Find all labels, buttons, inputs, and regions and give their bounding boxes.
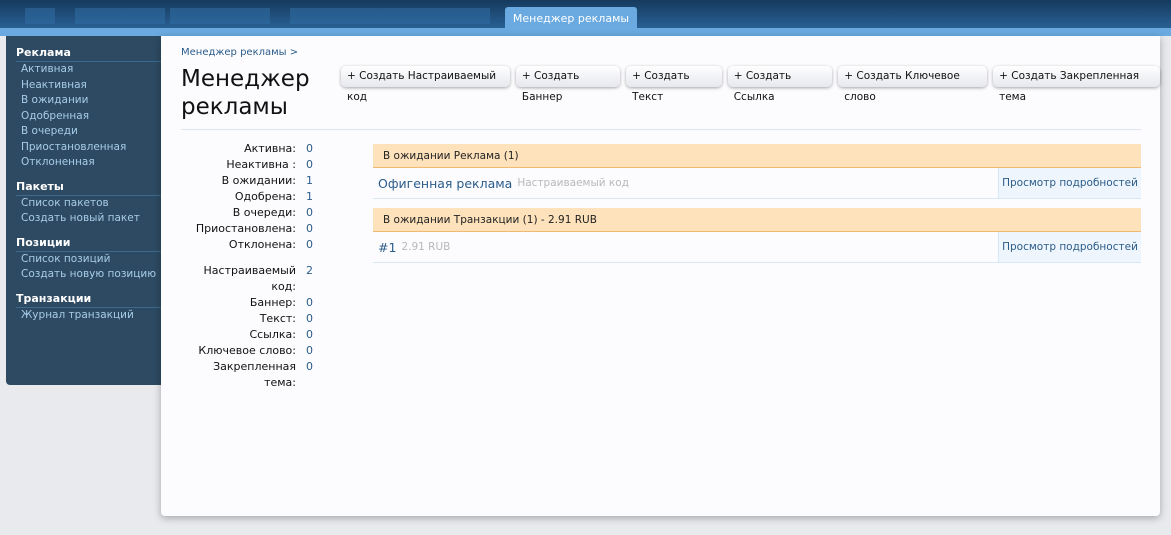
sidebar-heading: Позиции [16,236,161,252]
nav-tab-blurred[interactable] [290,8,490,24]
section-header: В ожидании Реклама (1) [373,144,1141,168]
sidebar-item[interactable]: Одобренная [6,109,166,125]
stat-value[interactable]: 0 [296,205,313,221]
sidebar-item[interactable]: В ожидании [6,93,166,109]
stat-row: Настраиваемый код: 2 [181,263,321,295]
stat-label: Ключевое слово: [198,344,296,357]
stat-value[interactable]: 0 [296,295,313,311]
stat-row: Одобрена: 1 [181,189,321,205]
sidebar-heading: Реклама [16,46,161,62]
create-button[interactable]: + Создать Текст [626,66,722,103]
view-details-button[interactable]: Просмотр подробностей [998,232,1141,262]
stat-row: Текст: 0 [181,311,321,327]
stat-row: Приостановлена: 0 [181,221,321,237]
item-title[interactable]: #1 [373,240,396,255]
stat-label: Неактивна : [226,158,296,171]
sidebar-item[interactable]: Создать новую позицию [6,267,166,283]
sidebar-item[interactable]: Создать новый пакет [6,211,166,227]
stat-row: В ожидании: 1 [181,173,321,189]
stat-value[interactable]: 1 [296,173,313,189]
sidebar-item[interactable]: Приостановленная [6,140,166,156]
stat-label: Закрепленная тема: [213,360,296,389]
stat-label: В ожидании: [221,174,296,187]
sidebar-item[interactable]: Отклоненная [6,155,166,171]
stat-label: Баннер: [249,296,296,309]
sidebar-item[interactable]: Список пакетов [6,196,166,212]
stat-value[interactable]: 0 [296,327,313,343]
stat-value[interactable]: 0 [296,157,313,173]
stat-row: Баннер: 0 [181,295,321,311]
stat-value[interactable]: 0 [296,221,313,237]
stat-row: Неактивна :0 [181,157,321,173]
sidebar-item[interactable]: В очереди [6,124,166,140]
create-button[interactable]: + Создать Закрепленная тема [993,66,1160,103]
stat-row: В очереди: 0 [181,205,321,221]
stat-value[interactable]: 0 [296,237,313,253]
divider [181,129,1141,130]
breadcrumb[interactable]: Менеджер рекламы > [181,47,298,58]
sidebar-group: Позиции Список позиций Создать новую позиц… [6,236,166,283]
sidebar-item[interactable]: Активная [6,62,166,78]
create-button[interactable]: + Создать Баннер [515,66,621,103]
create-buttons: + Создать Настраиваемый код + Создать Бан… [341,66,1160,103]
stat-row: Ключевое слово: 0 [181,343,321,359]
list-item: Офигенная реклама Настраиваемый код Просмо… [373,168,1141,199]
view-details-button[interactable]: Просмотр подробностей [998,168,1141,198]
stat-label: Настраиваемый код: [203,264,296,293]
sidebar-item[interactable]: Список позиций [6,252,166,268]
sidebar-item[interactable]: Журнал транзакций [6,308,166,324]
section-header: В ожидании Транзакции (1) - 2.91 RUB [373,208,1141,232]
item-title[interactable]: Офигенная реклама [373,176,512,191]
stat-value[interactable]: 0 [296,343,313,359]
stat-value[interactable]: 0 [296,359,313,391]
create-button[interactable]: + Создать Ссылка [727,66,833,103]
create-button[interactable]: + Создать Настраиваемый код [341,66,510,103]
stat-value[interactable]: 1 [296,189,313,205]
sidebar-heading: Транзакции [16,292,161,308]
sidebar-group: Реклама Активная Неактивная В ожидании Одобр… [6,46,166,171]
stat-row: Отклонена: 0 [181,237,321,253]
pending-list: В ожидании Реклама (1) Офигенная реклама Н… [373,144,1141,272]
stat-label: Ссылка: [249,328,296,341]
stat-label: Отклонена: [228,238,296,251]
tab-ad-manager[interactable]: Менеджер рекламы [505,7,637,30]
stat-label: Приостановлена: [195,222,296,235]
list-item: #1 2.91 RUB Просмотр подробностей [373,232,1141,263]
stat-value[interactable]: 2 [296,263,313,295]
stat-label: Активна: [244,142,296,155]
stat-row: Закрепленная тема: 0 [181,359,321,391]
item-subtitle: 2.91 RUB [401,241,451,253]
sidebar: Реклама Активная Неактивная В ожидании Одобр… [6,36,166,385]
stats-panel: Активна: 0 Неактивна :0В ожидании: 1 Одобрен… [181,141,321,391]
stat-row: Активна: 0 [181,141,321,157]
nav-tab-blurred[interactable] [75,8,165,24]
stat-value[interactable]: 0 [296,141,313,157]
nav-tab-blurred[interactable] [170,8,270,24]
create-button[interactable]: + Создать Ключевое слово [838,66,988,103]
sidebar-heading: Пакеты [16,180,161,196]
stat-label: В очереди: [232,206,296,219]
stat-label: Текст: [259,312,296,325]
page-title: Менеджер рекламы [181,66,310,120]
stat-row: Ссылка: 0 [181,327,321,343]
stat-label: Одобрена: [234,190,296,203]
sidebar-item[interactable]: Неактивная [6,78,166,94]
main-content: Менеджер рекламы > Менеджер рекламы + Со… [161,36,1160,516]
sidebar-group: Пакеты Список пакетов Создать новый пакет [6,180,166,227]
stat-value[interactable]: 0 [296,311,313,327]
sidebar-group: Транзакции Журнал транзакций [6,292,166,324]
nav-tab-blurred[interactable] [25,8,55,24]
item-subtitle: Настраиваемый код [517,177,629,189]
